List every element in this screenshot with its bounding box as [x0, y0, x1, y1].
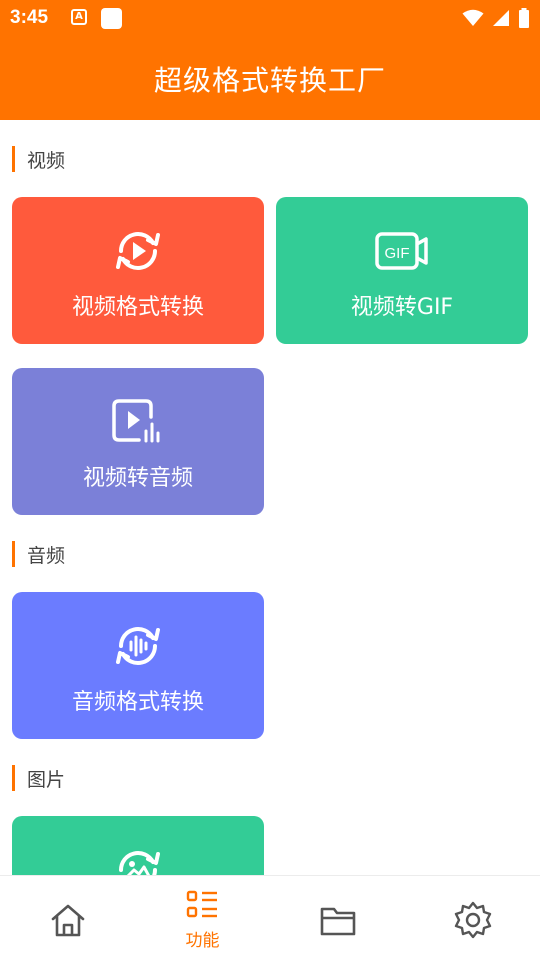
app-bar: 超级格式转换工厂 — [0, 38, 540, 120]
nav-item-functions[interactable]: 功能 — [135, 876, 270, 961]
section-title: 音频 — [27, 544, 66, 567]
home-icon — [51, 904, 84, 937]
gif-icon: GIF — [372, 225, 432, 277]
nav-item-files[interactable] — [270, 876, 405, 961]
video-convert-icon — [108, 225, 168, 277]
status-bar: 3:45 A — [0, 0, 540, 38]
section-title: 视频 — [27, 149, 66, 172]
audio-convert-icon — [108, 620, 168, 672]
status-right-icons — [462, 8, 530, 28]
video-to-gif-card[interactable]: GIF 视频转GIF — [276, 197, 528, 344]
settings-gear-icon — [454, 901, 491, 939]
folder-icon — [320, 907, 355, 936]
card-label: 视频格式转换 — [71, 295, 204, 320]
section-title: 图片 — [27, 768, 66, 791]
functions-list-icon — [186, 890, 217, 918]
card-label: 视频转GIF — [350, 295, 454, 320]
text-a-notification-icon: A — [71, 9, 87, 25]
card-label: 视频转音频 — [82, 466, 193, 491]
function-list[interactable]: 视频 视频格式转换 GIF 视频转GIF 视频转音频 音频 音频格式转换 图片 — [0, 120, 540, 875]
signal-icon — [493, 10, 509, 26]
status-time: 3:45 — [10, 7, 49, 28]
app-title: 超级格式转换工厂 — [153, 64, 386, 97]
video-to-audio-card[interactable]: 视频转音频 — [12, 368, 264, 515]
nav-item-home[interactable] — [0, 876, 135, 961]
image-format-convert-card[interactable] — [12, 816, 264, 875]
video-format-convert-card[interactable]: 视频格式转换 — [12, 197, 264, 344]
square-notification-icon — [101, 8, 122, 29]
wifi-icon — [462, 9, 484, 26]
audio-format-convert-card[interactable]: 音频格式转换 — [12, 592, 264, 739]
section-header-video: 视频 — [12, 146, 65, 172]
battery-icon — [519, 8, 529, 28]
section-accent-bar — [12, 541, 15, 567]
video-to-audio-icon — [108, 396, 168, 448]
card-label: 音频格式转换 — [71, 690, 204, 715]
image-convert-icon — [108, 844, 168, 875]
section-accent-bar — [12, 765, 15, 791]
section-header-image: 图片 — [12, 765, 65, 791]
bottom-nav: 功能 — [0, 875, 540, 961]
section-accent-bar — [12, 146, 15, 172]
svg-text:GIF: GIF — [385, 245, 410, 262]
nav-item-settings[interactable] — [405, 876, 540, 961]
section-header-audio: 音频 — [12, 541, 65, 567]
nav-label-functions: 功能 — [185, 931, 220, 951]
